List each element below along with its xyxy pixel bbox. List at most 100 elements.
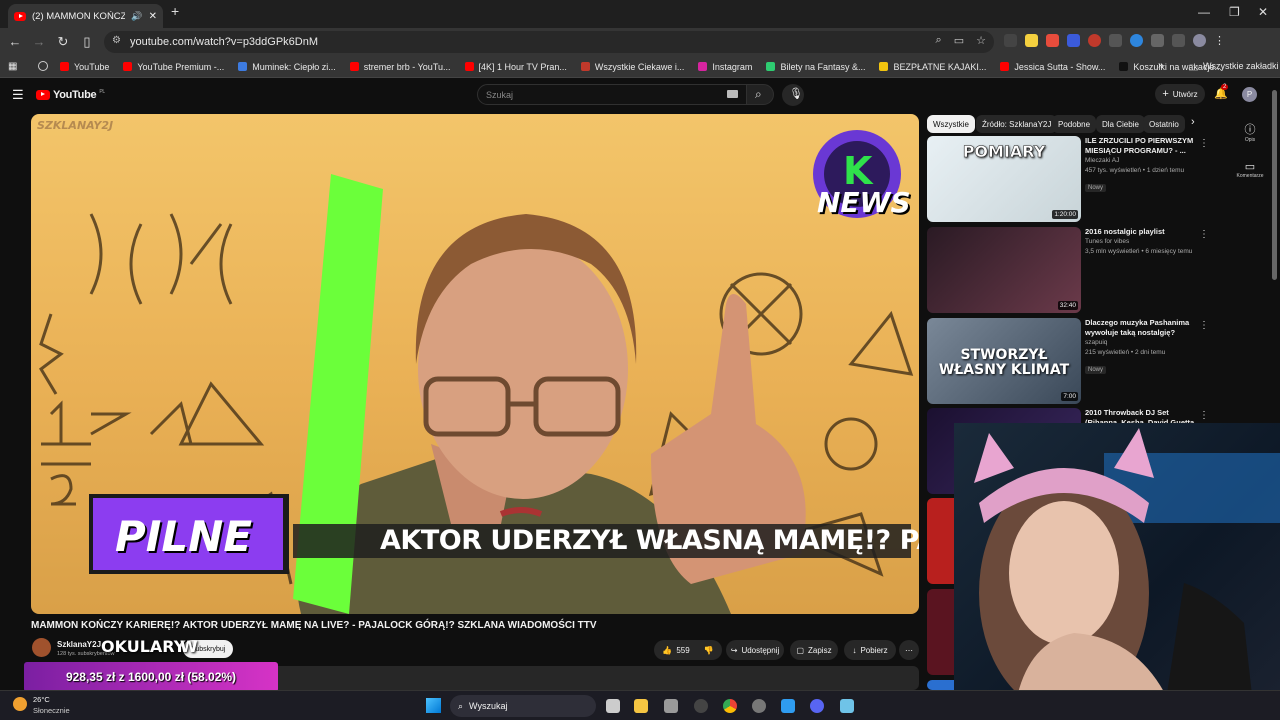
extension-icon[interactable] bbox=[1130, 34, 1143, 47]
video-menu-icon[interactable]: ⋮ bbox=[1199, 229, 1209, 240]
extension-icon[interactable] bbox=[1004, 34, 1017, 47]
channel-name[interactable]: SzklanaY2J bbox=[57, 640, 101, 649]
like-button[interactable]: 👍 559 👎 bbox=[654, 640, 722, 660]
extension-icon[interactable] bbox=[1067, 34, 1080, 47]
extension-icon[interactable] bbox=[1046, 34, 1059, 47]
bookmark-favicon-icon bbox=[123, 62, 133, 71]
description-rail-button[interactable]: ⓘ Opis bbox=[1236, 121, 1264, 143]
save-button[interactable]: ▢ Zapisz bbox=[790, 640, 838, 660]
search-icon: ⌕ bbox=[458, 700, 464, 711]
menu-kebab-icon[interactable]: ⋮ bbox=[1214, 34, 1225, 47]
extension-icon[interactable] bbox=[1109, 34, 1122, 47]
share-button[interactable]: ↪ Udostępnij bbox=[726, 640, 784, 660]
bookmark-item[interactable] bbox=[38, 61, 48, 71]
related-video[interactable]: STWORZYŁ WŁASNY KLIMAT 7:00 Dlaczego muzyk… bbox=[927, 318, 1217, 404]
bookmark-item[interactable]: BEZPŁATNE KAJAKI... bbox=[879, 62, 986, 72]
user-avatar[interactable]: P bbox=[1242, 87, 1257, 102]
related-video-thumbnail[interactable] bbox=[927, 589, 957, 675]
related-video-thumbnail[interactable]: STWORZYŁ WŁASNY KLIMAT 7:00 bbox=[927, 318, 1081, 404]
maximize-button[interactable]: ❐ bbox=[1229, 5, 1240, 19]
related-video-thumbnail[interactable]: 32:40 bbox=[927, 227, 1081, 313]
bookmark-star-icon[interactable]: ☆ bbox=[976, 34, 986, 47]
store-icon[interactable] bbox=[664, 699, 678, 713]
back-icon[interactable]: ← bbox=[7, 34, 23, 49]
bookmark-item[interactable]: stremer brb - YouTu... bbox=[349, 62, 451, 72]
youtube-logo[interactable]: YouTube PL bbox=[36, 89, 105, 101]
browser-tab[interactable]: (2) MAMMON KOŃCZY KARIERĘ!? AKTOR UDERZY… bbox=[8, 4, 163, 28]
youtube-favicon-icon bbox=[14, 11, 26, 21]
search-placeholder: Szukaj bbox=[486, 89, 514, 100]
related-video[interactable]: 32:40 2016 nostalgic playlist Tunes for vi… bbox=[927, 227, 1217, 313]
weather-icon[interactable] bbox=[13, 697, 27, 711]
start-button[interactable] bbox=[426, 698, 441, 713]
keyboard-icon[interactable] bbox=[727, 90, 738, 98]
bookmark-item[interactable]: Instagram bbox=[698, 62, 752, 72]
related-video[interactable]: POMIARY 1:20:00 ILE ZRZUCILI PO PIERWSZYM … bbox=[927, 136, 1217, 222]
task-view-icon[interactable] bbox=[606, 699, 620, 713]
filter-chip[interactable]: Podobne bbox=[1052, 115, 1097, 133]
zoom-icon[interactable]: ⌕ bbox=[936, 34, 942, 47]
bookmark-item[interactable]: YouTube Premium -... bbox=[123, 62, 224, 72]
taskbar-search[interactable]: ⌕ Wyszukaj bbox=[450, 695, 596, 717]
related-video-thumbnail[interactable] bbox=[927, 498, 957, 584]
scrollbar[interactable] bbox=[1272, 90, 1277, 280]
speaker-icon[interactable]: 🔊 bbox=[131, 11, 142, 22]
file-explorer-icon[interactable] bbox=[634, 699, 648, 713]
voice-search-button[interactable]: 🎙 bbox=[782, 84, 804, 106]
search-button[interactable]: ⌕ bbox=[746, 84, 774, 105]
site-info-icon[interactable]: ⚙ bbox=[112, 35, 121, 46]
related-video-title: Dlaczego muzyka Pashanima wywołuje taką … bbox=[1085, 318, 1190, 337]
related-video-info: 2016 nostalgic playlist Tunes for vibes 3,… bbox=[1085, 227, 1203, 257]
filter-chip[interactable]: Wszystkie bbox=[927, 115, 975, 133]
channel-avatar[interactable] bbox=[32, 638, 51, 657]
bookmark-item[interactable]: Muminek: Ciepło zi... bbox=[238, 62, 336, 72]
apps-grid-icon[interactable]: ▦ bbox=[8, 61, 17, 72]
tab-search-icon[interactable] bbox=[1172, 34, 1185, 47]
cast-icon[interactable]: ▭ bbox=[954, 34, 964, 47]
extensions-puzzle-icon[interactable] bbox=[1151, 34, 1164, 47]
discord-icon[interactable] bbox=[810, 699, 824, 713]
filter-chip[interactable]: Ostatnio bbox=[1143, 115, 1185, 133]
profile-avatar-icon[interactable] bbox=[1193, 34, 1206, 47]
bookmark-item[interactable]: Jessica Sutta - Show... bbox=[1000, 62, 1105, 72]
new-tab-button[interactable]: + bbox=[171, 3, 179, 19]
create-button[interactable]: + Utwórz bbox=[1155, 84, 1205, 104]
settings-icon[interactable] bbox=[752, 699, 766, 713]
bookmark-favicon-icon bbox=[464, 62, 474, 71]
bookmark-item[interactable]: Wszystkie Ciekawe i... bbox=[580, 62, 684, 72]
filter-chip[interactable]: Dla Ciebie bbox=[1096, 115, 1145, 133]
dislike-icon[interactable]: 👎 bbox=[704, 646, 714, 655]
close-window-button[interactable]: ✕ bbox=[1258, 5, 1268, 19]
forward-icon[interactable]: → bbox=[31, 34, 47, 49]
related-video-thumbnail[interactable]: POMIARY 1:20:00 bbox=[927, 136, 1081, 222]
bookmark-item[interactable]: Bilety na Fantasy &... bbox=[766, 62, 865, 72]
video-menu-icon[interactable]: ⋮ bbox=[1199, 410, 1209, 421]
app-icon[interactable] bbox=[694, 699, 708, 713]
reload-icon[interactable]: ↻ bbox=[55, 34, 71, 50]
filter-chip[interactable]: Źródło: SzklanaY2J bbox=[976, 115, 1058, 133]
related-video-thumbnail[interactable] bbox=[927, 680, 957, 690]
video-duration: 32:40 bbox=[1057, 301, 1078, 310]
hamburger-menu-icon[interactable]: ☰ bbox=[12, 87, 24, 103]
bookmark-item[interactable]: [4K] 1 Hour TV Pran... bbox=[464, 62, 567, 72]
all-bookmarks-folder[interactable]: 🗀 Wszystkie zakładki bbox=[1189, 61, 1279, 77]
extension-icon[interactable] bbox=[1088, 34, 1101, 47]
video-player[interactable]: SZKLANAY2J K NEWS PILNE AKTOR UDERZYŁ WŁ… bbox=[31, 114, 919, 614]
chips-next-icon[interactable]: › bbox=[1191, 116, 1195, 128]
extension-icon[interactable] bbox=[1025, 34, 1038, 47]
download-button[interactable]: ↓ Pobierz bbox=[844, 640, 896, 660]
address-bar[interactable]: ⚙ youtube.com/watch?v=p3ddGPk6DnM ⌕ ▭ ☆ bbox=[104, 31, 994, 53]
more-actions-button[interactable]: ⋯ bbox=[899, 640, 919, 660]
video-menu-icon[interactable]: ⋮ bbox=[1199, 320, 1209, 331]
notepad-icon[interactable] bbox=[840, 699, 854, 713]
app-icon[interactable] bbox=[781, 699, 795, 713]
bookmark-item[interactable]: YouTube bbox=[60, 62, 109, 72]
tab-close-icon[interactable]: ✕ bbox=[149, 11, 157, 22]
comments-rail-button[interactable]: ▭ Komentarze bbox=[1234, 160, 1266, 179]
search-input[interactable]: Szukaj bbox=[477, 84, 747, 105]
chrome-icon[interactable] bbox=[723, 699, 737, 713]
video-menu-icon[interactable]: ⋮ bbox=[1199, 138, 1209, 149]
bookmarks-overflow-icon[interactable]: » bbox=[1158, 60, 1164, 71]
side-panel-icon[interactable]: ▯ bbox=[79, 34, 95, 50]
minimize-button[interactable]: — bbox=[1198, 5, 1210, 19]
